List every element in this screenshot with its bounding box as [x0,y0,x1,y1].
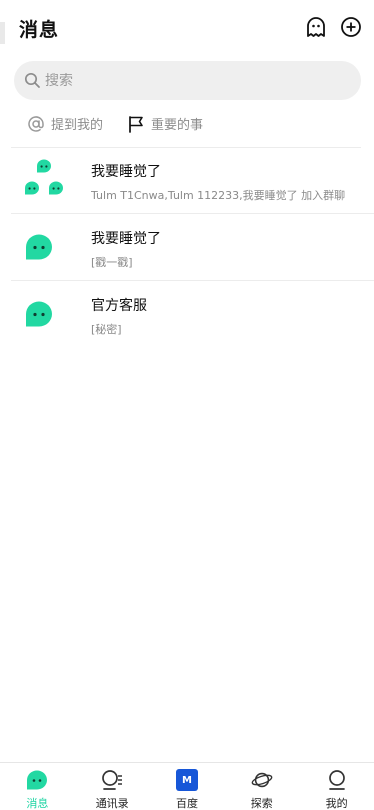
profile-icon [326,769,348,791]
filter-mentions-label: 提到我的 [51,118,104,133]
tab-baidu[interactable]: M 百度 [150,763,225,810]
filter-important[interactable]: 重要的事 [127,114,203,133]
ghost-icon[interactable] [304,15,328,39]
tab-label: 我的 [325,797,348,810]
baidu-icon: M [175,769,198,791]
chat-bubble-avatar [21,291,67,337]
filter-important-label: 重要的事 [151,118,204,133]
add-icon[interactable] [339,15,363,39]
baidu-badge: M [175,769,198,791]
filter-mentions[interactable]: 提到我的 [27,114,103,133]
conversation-item[interactable]: 我要睡觉了 [戳一戳] [11,214,374,281]
conversation-name: 官方客服 [91,298,147,314]
bottom-tab-bar: 消息 通讯录 M 百度 探索 我的 [0,762,374,810]
conversation-item[interactable]: 我要睡觉了 Tulm T1Cnwa,Tulm 112233,我要睡觉了 加入群聊 [11,147,374,214]
conversation-name: 我要睡觉了 [91,164,161,180]
search-input[interactable] [45,72,325,89]
group-avatar [21,157,67,203]
conversation-list: 我要睡觉了 Tulm T1Cnwa,Tulm 112233,我要睡觉了 加入群聊… [0,147,374,348]
tab-contacts[interactable]: 通讯录 [75,763,150,810]
message-icon [26,769,48,791]
quick-filter-row: 提到我的 重要的事 [0,110,374,140]
conversation-item[interactable]: 官方客服 [秘密] [11,281,374,348]
tab-explore[interactable]: 探索 [224,763,299,810]
tab-label: 百度 [175,797,198,810]
flag-icon [127,115,145,133]
at-icon [27,115,45,133]
chat-bubble-avatar [21,224,67,270]
planet-icon [251,769,273,791]
search-bar[interactable] [14,61,361,100]
header: 消息 [0,0,374,56]
tab-messages[interactable]: 消息 [0,763,75,810]
contacts-icon [101,769,123,791]
conversation-name: 我要睡觉了 [91,231,161,247]
tab-label: 探索 [250,797,273,810]
conversation-preview: [秘密] [91,323,122,336]
tab-profile[interactable]: 我的 [299,763,374,810]
tab-label: 消息 [26,797,49,810]
tab-label: 通讯录 [95,797,129,810]
page-title: 消息 [19,19,60,41]
search-icon [23,72,41,90]
conversation-preview: Tulm T1Cnwa,Tulm 112233,我要睡觉了 加入群聊 [91,189,346,202]
conversation-preview: [戳一戳] [91,256,133,269]
